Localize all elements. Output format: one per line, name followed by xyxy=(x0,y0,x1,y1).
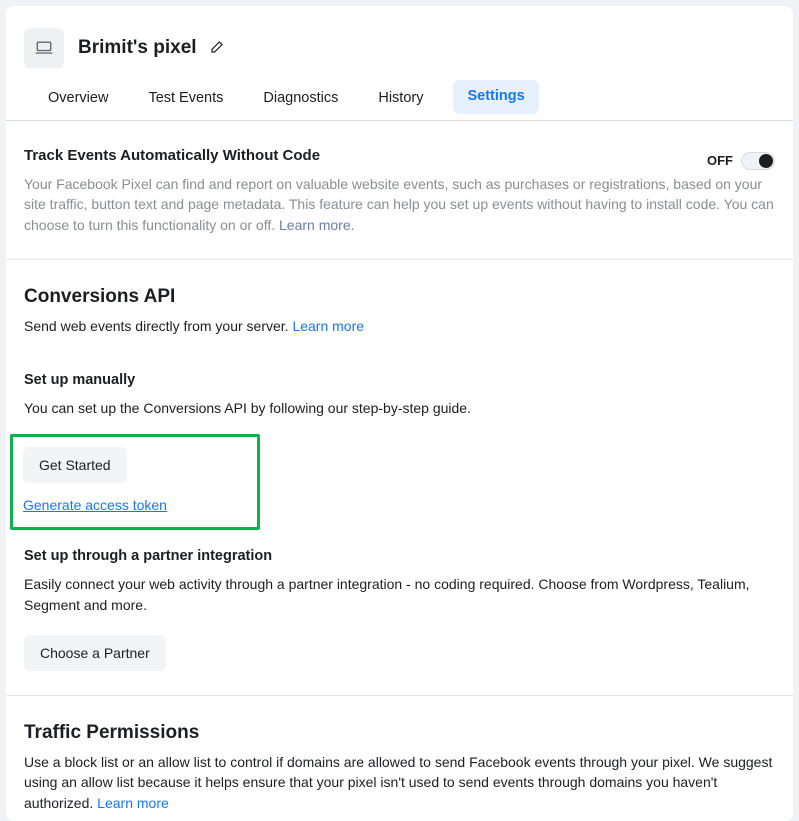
generate-access-token-link[interactable]: Generate access token xyxy=(23,497,167,513)
track-events-toggle[interactable] xyxy=(741,152,775,170)
traffic-permissions-description: Use a block list or an allow list to con… xyxy=(24,752,775,813)
conversions-api-description: Send web events directly from your serve… xyxy=(24,316,775,336)
track-events-toggle-wrap: OFF xyxy=(707,152,775,170)
traffic-permissions-heading: Traffic Permissions xyxy=(24,722,775,744)
tab-test-events[interactable]: Test Events xyxy=(138,80,233,120)
setup-partner-description: Easily connect your web activity through… xyxy=(24,574,775,615)
get-started-button[interactable]: Get Started xyxy=(23,447,127,483)
setup-partner-block: Set up through a partner integration Eas… xyxy=(24,548,775,671)
track-events-description: Your Facebook Pixel can find and report … xyxy=(24,174,775,235)
toggle-off-label: OFF xyxy=(707,153,733,168)
track-events-description-text: Your Facebook Pixel can find and report … xyxy=(24,176,774,233)
pixel-icon xyxy=(24,28,64,68)
track-events-learn-more[interactable]: Learn more. xyxy=(279,217,354,233)
tab-overview[interactable]: Overview xyxy=(38,80,118,120)
traffic-permissions-section: Traffic Permissions Use a block list or … xyxy=(6,696,793,821)
tabs-bar: Overview Test Events Diagnostics History… xyxy=(6,76,793,121)
conversions-api-section: Conversions API Send web events directly… xyxy=(6,260,793,696)
traffic-permissions-learn-more[interactable]: Learn more xyxy=(97,795,169,811)
page-header: Brimit's pixel xyxy=(6,6,793,76)
setup-manually-heading: Set up manually xyxy=(24,372,775,388)
conversions-api-description-text: Send web events directly from your serve… xyxy=(24,318,292,334)
choose-partner-button[interactable]: Choose a Partner xyxy=(24,635,166,671)
track-events-row: Track Events Automatically Without Code … xyxy=(24,147,775,174)
settings-page: Brimit's pixel Overview Test Events Diag… xyxy=(6,6,793,821)
laptop-icon xyxy=(34,38,54,58)
tab-diagnostics[interactable]: Diagnostics xyxy=(253,80,348,120)
tab-history[interactable]: History xyxy=(368,80,433,120)
track-events-heading: Track Events Automatically Without Code xyxy=(24,147,320,164)
pixel-title: Brimit's pixel xyxy=(78,37,197,59)
pencil-icon xyxy=(208,40,224,56)
track-events-section: Track Events Automatically Without Code … xyxy=(6,121,793,260)
toggle-knob xyxy=(759,154,773,168)
conversions-api-heading: Conversions API xyxy=(24,286,775,308)
get-started-highlight: Get Started Generate access token xyxy=(10,434,260,530)
setup-partner-heading: Set up through a partner integration xyxy=(24,548,775,564)
conversions-api-learn-more[interactable]: Learn more xyxy=(292,318,364,334)
tab-settings[interactable]: Settings xyxy=(453,80,538,114)
setup-manually-block: Set up manually You can set up the Conve… xyxy=(24,372,775,530)
edit-pixel-name-button[interactable] xyxy=(205,37,227,59)
setup-manually-description: You can set up the Conversions API by fo… xyxy=(24,398,775,418)
